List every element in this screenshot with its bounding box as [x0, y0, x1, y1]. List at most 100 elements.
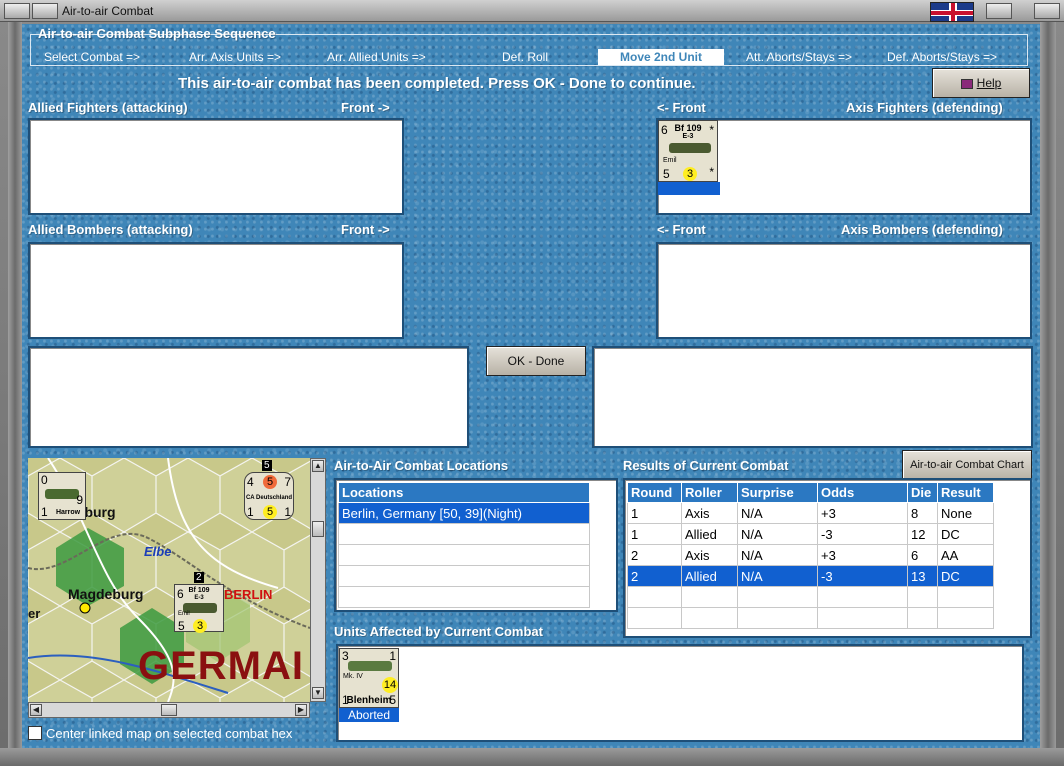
center-map-checkbox[interactable] — [28, 726, 42, 740]
locations-section-label: Air-to-Air Combat Locations — [334, 458, 509, 473]
step-select-combat: Select Combat => — [44, 50, 141, 64]
ok-done-button[interactable]: OK - Done — [486, 346, 586, 376]
map-unit-bf109[interactable]: 6 Bf 109 E-3 Emil 5 3 — [174, 584, 224, 633]
blenheim-br: 5 — [389, 693, 396, 707]
counter-combat: 3 — [683, 167, 697, 181]
step-arr-allied: Arr. Allied Units => — [327, 50, 426, 64]
results-row[interactable] — [627, 607, 994, 629]
map-unit-harrow[interactable]: 0 9 1 Harrow — [38, 472, 86, 520]
map-city-berlin: BERLIN — [224, 587, 273, 602]
ca-name: CA Deutschland — [245, 495, 293, 501]
minimize-button[interactable] — [4, 3, 30, 19]
allied-message-box — [28, 346, 469, 448]
results-list: Round Roller Surprise Odds Die Result 1 Axis N/… — [623, 478, 1032, 638]
bomber-plane-icon — [45, 489, 79, 499]
mapbf-sub: Emil — [178, 611, 190, 617]
center-map-label: Center linked map on selected combat hex — [46, 726, 293, 741]
help-label: Help — [976, 76, 1002, 90]
results-cell: 1 — [627, 502, 682, 524]
bottom-frame — [0, 748, 1064, 766]
results-row[interactable]: 1 Axis N/A +3 8 None — [627, 502, 994, 524]
maximize-button[interactable] — [986, 3, 1012, 19]
bf109-counter[interactable]: 6 Bf 109 E-3 * Emil 5 3 * — [658, 120, 718, 182]
results-cell: Axis — [681, 544, 738, 566]
harrow-name: Harrow — [55, 509, 81, 516]
results-cell — [737, 586, 818, 608]
counter-star-2: * — [709, 165, 714, 179]
results-cell: -3 — [817, 565, 908, 587]
results-cell: None — [937, 502, 994, 524]
location-row[interactable] — [338, 586, 590, 608]
map-country-label: GERMAI — [138, 644, 304, 688]
allied-bombers-front: Front -> — [341, 222, 390, 237]
allied-bombers-box[interactable] — [28, 242, 404, 339]
blenheim-dot: 14 — [382, 677, 398, 693]
results-cell: 6 — [907, 544, 938, 566]
location-cell — [338, 586, 590, 608]
ca-tl: 4 — [247, 475, 254, 489]
bf-stack-count: 2 — [194, 572, 204, 583]
results-cell — [817, 607, 908, 629]
results-cell: 13 — [907, 565, 938, 587]
v-scroll-thumb[interactable] — [312, 521, 324, 537]
location-row[interactable]: Berlin, Germany [50, 39](Night) — [338, 502, 590, 524]
results-cell: 1 — [627, 523, 682, 545]
ca-bm: 5 — [263, 505, 277, 519]
locations-header: Locations — [338, 482, 590, 503]
results-row[interactable]: 2 Allied N/A -3 13 DC — [627, 565, 994, 587]
scroll-left-arrow-icon[interactable]: ◀ — [30, 704, 42, 716]
map-vertical-scrollbar[interactable]: ▲ ▼ — [310, 458, 326, 702]
results-cell — [817, 586, 908, 608]
results-table: Round Roller Surprise Odds Die Result 1 Axis N/… — [627, 482, 994, 629]
allied-fighters-label: Allied Fighters (attacking) — [28, 100, 188, 115]
results-row[interactable] — [627, 586, 994, 608]
scroll-down-arrow-icon[interactable]: ▼ — [312, 687, 324, 699]
results-header-cell: Odds — [817, 482, 908, 503]
results-row[interactable]: 1 Allied N/A -3 12 DC — [627, 523, 994, 545]
results-cell: Allied — [681, 523, 738, 545]
map-horizontal-scrollbar[interactable]: ◀ ▶ — [28, 702, 310, 718]
results-header-cell: Result — [937, 482, 994, 503]
left-frame — [8, 22, 22, 758]
h-scroll-thumb[interactable] — [161, 704, 177, 716]
results-cell — [681, 586, 738, 608]
allied-fighters-front: Front -> — [341, 100, 390, 115]
counter-variant: E-3 — [682, 133, 694, 140]
results-cell: +3 — [817, 502, 908, 524]
ca-tm: 5 — [263, 475, 277, 489]
axis-bombers-box[interactable] — [656, 242, 1032, 339]
ca-br: 1 — [284, 505, 291, 519]
results-header-cell: Roller — [681, 482, 738, 503]
map-unit-ca-deutschland[interactable]: 4 5 7 CA Deutschland 1 5 1 — [244, 472, 294, 520]
close-button[interactable] — [1034, 3, 1060, 19]
air-to-air-combat-window: Air-to-air Combat Air-to-air Combat Subp… — [0, 0, 1064, 766]
axis-bombers-label: Axis Bombers (defending) — [841, 222, 1003, 237]
results-cell — [907, 607, 938, 629]
subphase-sequence-title: Air-to-air Combat Subphase Sequence — [38, 26, 276, 41]
results-row[interactable]: 2 Axis N/A +3 6 AA — [627, 544, 994, 566]
restore-button[interactable] — [32, 3, 58, 19]
results-cell — [937, 607, 994, 629]
blenheim-counter[interactable]: 3 1 Mk. IV 14 1 Blenheim 5 — [339, 648, 399, 708]
location-row[interactable] — [338, 544, 590, 566]
axis-message-box — [592, 346, 1033, 448]
help-button[interactable]: Help — [932, 68, 1030, 98]
scroll-right-arrow-icon[interactable]: ▶ — [295, 704, 307, 716]
combat-chart-button[interactable]: Air-to-air Combat Chart — [902, 450, 1032, 480]
allied-fighters-box[interactable] — [28, 118, 404, 215]
title-bar: Air-to-air Combat — [0, 0, 1064, 22]
location-row[interactable] — [338, 565, 590, 587]
linked-map[interactable]: mburg Elbe Magdeburg BERLIN er GERMAI 0 … — [28, 458, 310, 702]
harrow-top: 0 — [41, 473, 48, 487]
results-cell: 12 — [907, 523, 938, 545]
results-cell: -3 — [817, 523, 908, 545]
axis-bombers-front: <- Front — [657, 222, 706, 237]
results-cell — [681, 607, 738, 629]
completion-message: This air-to-air combat has been complete… — [178, 75, 696, 92]
mapbf-bl: 5 — [178, 619, 185, 633]
location-row[interactable] — [338, 523, 590, 545]
results-cell: 2 — [627, 544, 682, 566]
scroll-up-arrow-icon[interactable]: ▲ — [312, 460, 324, 472]
map-river-elbe: Elbe — [144, 544, 172, 559]
step-move-2nd-unit: Move 2nd Unit — [598, 49, 725, 65]
